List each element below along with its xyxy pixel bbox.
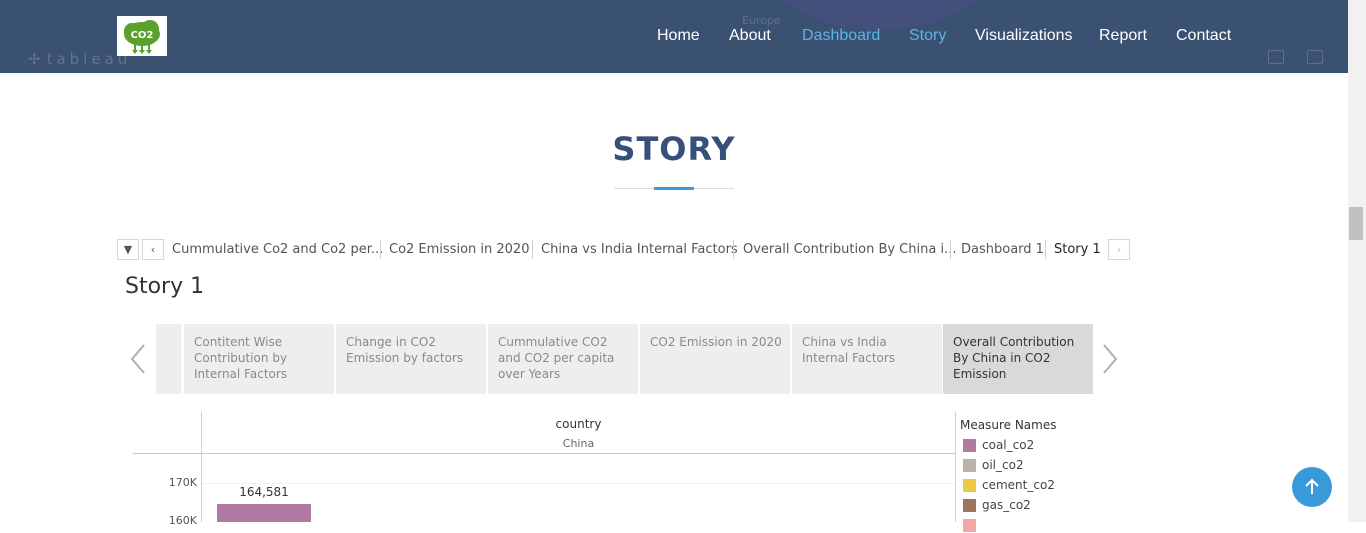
tab-separator bbox=[380, 240, 381, 259]
nav-report[interactable]: Report bbox=[1099, 27, 1147, 45]
legend-swatch bbox=[963, 459, 976, 472]
ghost-chart-shape bbox=[760, 0, 1000, 30]
legend-label: cement_co2 bbox=[982, 478, 1055, 492]
chevron-left-icon bbox=[130, 344, 145, 374]
dropdown-arrow-icon: ▼ bbox=[123, 243, 133, 256]
nav-contact[interactable]: Contact bbox=[1176, 27, 1231, 45]
legend-swatch bbox=[963, 479, 976, 492]
chevron-left-icon: ‹ bbox=[150, 243, 156, 256]
ghost-comment-icon bbox=[1268, 50, 1284, 64]
tab-separator bbox=[733, 240, 734, 259]
story-point-cummulative[interactable]: Cummulative CO2 and CO2 per capita over … bbox=[488, 324, 638, 394]
chart-header-line bbox=[133, 453, 955, 454]
legend-label: oil_co2 bbox=[982, 458, 1024, 472]
legend-title: Measure Names bbox=[960, 418, 1057, 432]
story-point-overall[interactable]: Overall Contribution By China in CO2 Emi… bbox=[943, 324, 1093, 394]
tab-china-india[interactable]: China vs India Internal Factors bbox=[541, 241, 738, 259]
scrollbar-thumb[interactable] bbox=[1349, 207, 1363, 240]
chevron-right-icon bbox=[1103, 344, 1118, 374]
bar-coal-co2[interactable] bbox=[217, 503, 311, 522]
chevron-right-icon: › bbox=[1116, 243, 1122, 256]
tab-dashboard-1[interactable]: Dashboard 1 bbox=[961, 241, 1044, 259]
column-header-title: country bbox=[555, 417, 602, 431]
tableau-watermark: ✢ tableau bbox=[28, 50, 132, 68]
chart-right-border bbox=[955, 412, 956, 522]
story-point-china-india[interactable]: China vs India Internal Factors bbox=[792, 324, 942, 394]
site-header: Europe ✢ tableau CO2 Home About Dashboard… bbox=[0, 0, 1348, 73]
site-logo[interactable]: CO2 bbox=[117, 16, 167, 56]
section-title: STORY bbox=[612, 130, 736, 168]
story-point-co2-2020[interactable]: CO2 Emission in 2020 bbox=[640, 324, 790, 394]
nav-about[interactable]: About bbox=[729, 27, 771, 45]
nav-dashboard[interactable]: Dashboard bbox=[802, 27, 880, 45]
tab-separator bbox=[532, 240, 533, 259]
legend-swatch bbox=[963, 499, 976, 512]
legend-label: coal_co2 bbox=[982, 438, 1035, 452]
arrow-up-icon bbox=[1305, 478, 1319, 494]
tab-overall-contribution[interactable]: Overall Contribution By China i... bbox=[743, 241, 956, 259]
tab-separator bbox=[950, 240, 951, 259]
story-next-arrow[interactable] bbox=[1100, 342, 1120, 376]
column-header-value: China bbox=[562, 437, 595, 450]
tabs-next-button[interactable]: › bbox=[1108, 239, 1130, 260]
story-point-change[interactable]: Change in CO2 Emission by factors bbox=[336, 324, 486, 394]
gridline bbox=[202, 483, 955, 484]
bar-data-label: 164,581 bbox=[239, 484, 289, 499]
legend-swatch bbox=[963, 439, 976, 452]
nav-visualizations[interactable]: Visualizations bbox=[975, 27, 1073, 45]
cloud-co2-logo-icon: CO2 bbox=[124, 20, 160, 54]
y-tick-label: 160K bbox=[168, 514, 197, 527]
tab-co2-2020[interactable]: Co2 Emission in 2020 bbox=[389, 241, 529, 259]
story-point-continent[interactable]: Contitent Wise Contribution by Internal … bbox=[184, 324, 334, 394]
nav-home[interactable]: Home bbox=[657, 27, 700, 45]
ghost-label-europe: Europe bbox=[742, 14, 781, 27]
tab-separator bbox=[1045, 240, 1046, 259]
legend-label: gas_co2 bbox=[982, 498, 1031, 512]
page-scrollbar[interactable] bbox=[1348, 0, 1366, 522]
tab-story-1[interactable]: Story 1 bbox=[1054, 241, 1101, 259]
logo-text: CO2 bbox=[131, 30, 154, 41]
y-tick-label: 170K bbox=[168, 476, 197, 489]
tab-cummulative[interactable]: Cummulative Co2 and Co2 per... bbox=[172, 241, 383, 259]
legend-swatch bbox=[963, 519, 976, 532]
title-accent-bar bbox=[654, 187, 694, 190]
tabs-prev-button[interactable]: ‹ bbox=[142, 239, 164, 260]
tabs-menu-button[interactable]: ▼ bbox=[117, 239, 139, 260]
story-point-partial[interactable] bbox=[156, 324, 181, 394]
story-prev-arrow[interactable] bbox=[128, 342, 148, 376]
story-heading: Story 1 bbox=[125, 274, 205, 299]
nav-story[interactable]: Story bbox=[909, 27, 946, 45]
back-to-top-button[interactable] bbox=[1292, 467, 1332, 507]
ghost-fullscreen-icon bbox=[1307, 50, 1323, 64]
